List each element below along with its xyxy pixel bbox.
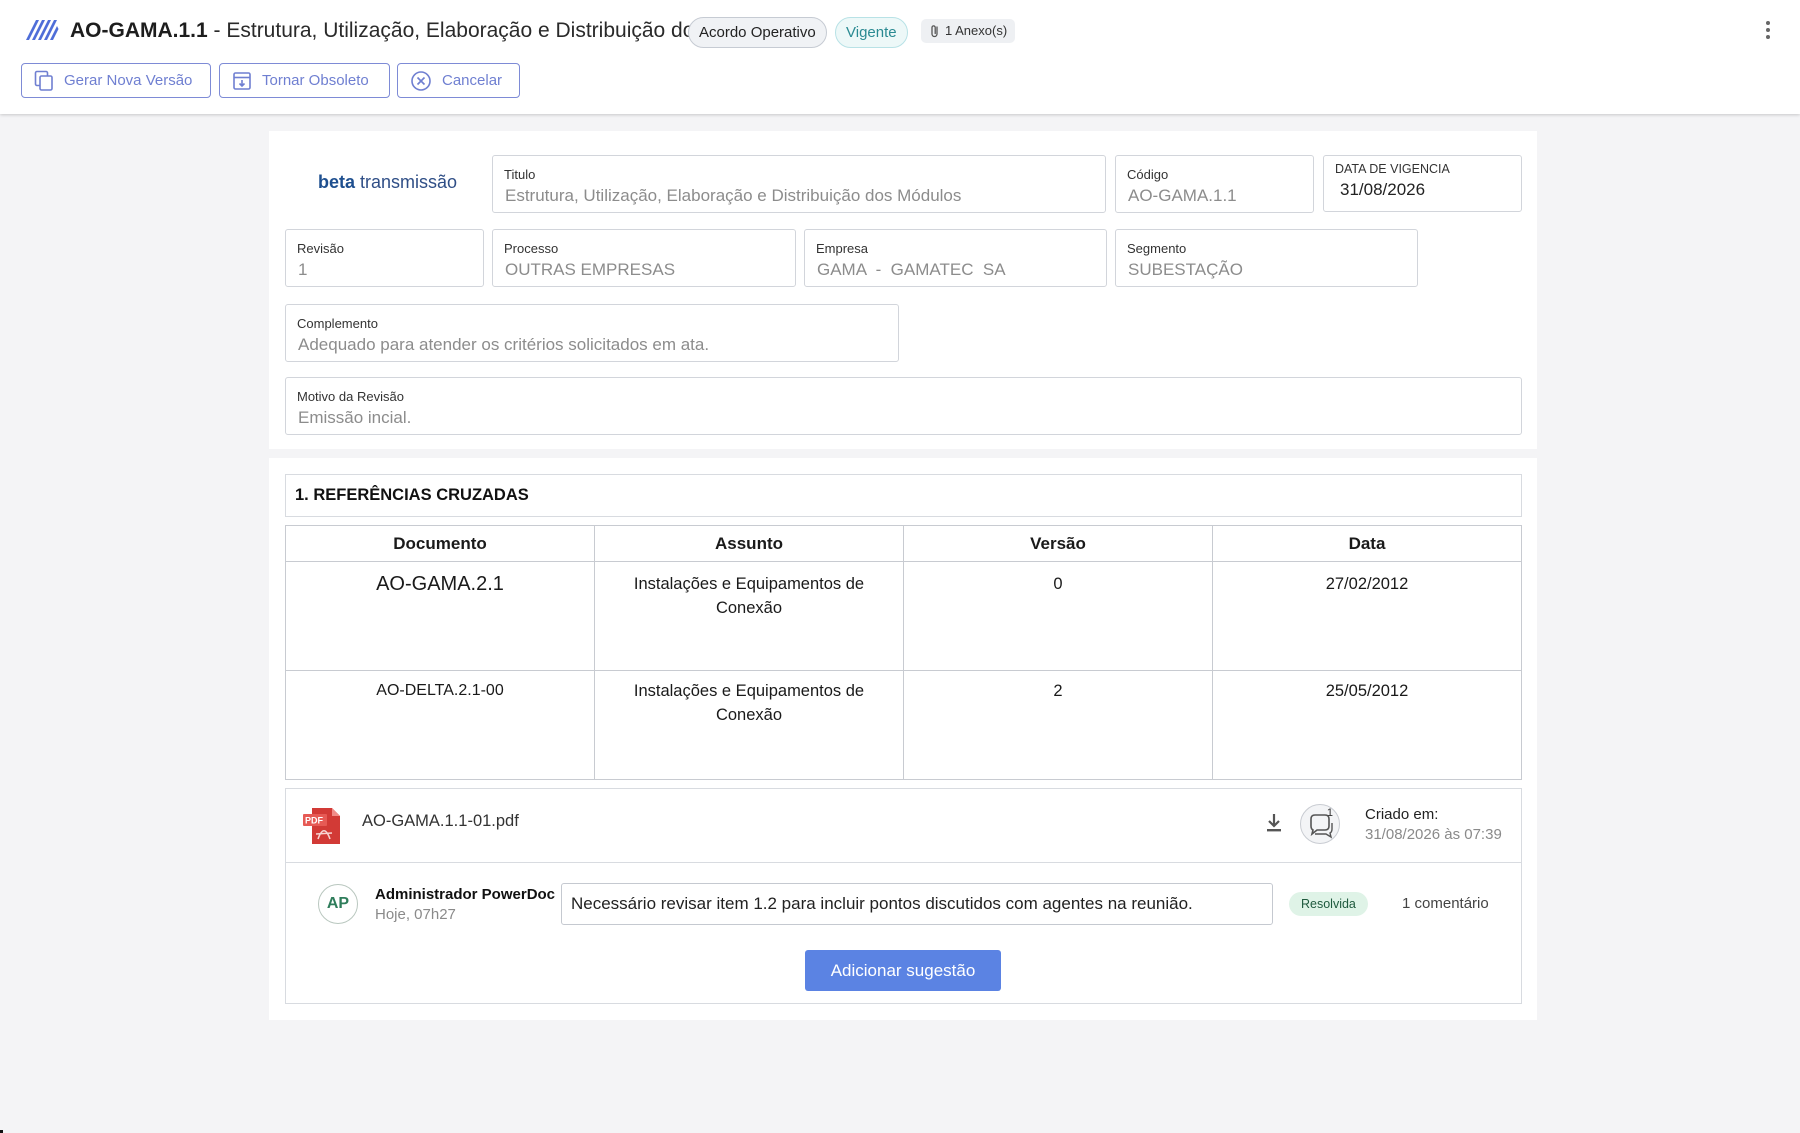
code-field[interactable]: Código AO-GAMA.1.1: [1115, 155, 1314, 213]
comments-count-badge: 1: [1326, 807, 1333, 819]
revision-field[interactable]: Revisão 1: [285, 229, 484, 287]
revision-field-value: 1: [298, 260, 308, 279]
cancel-circle-icon: [411, 70, 431, 91]
effective-date-field-value: 31/08/2026: [1340, 180, 1426, 199]
svg-text:PDF: PDF: [305, 816, 324, 826]
company-field-value: GAMA - GAMATEC SA: [817, 260, 1006, 279]
table-cell-document: AO-DELTA.2.1-00: [285, 670, 595, 780]
attachments-count: 1 Anexo(s): [945, 23, 1008, 38]
segment-field-label: Segmento: [1127, 241, 1187, 256]
column-header: Versão: [903, 525, 1213, 562]
code-field-label: Código: [1127, 167, 1169, 182]
document-code: AO-GAMA.1.1: [70, 19, 208, 42]
effective-date-field-label: DATA DE VIGENCIA: [1335, 162, 1450, 176]
column-header: Assunto: [594, 525, 904, 562]
brand-rest: transmissão: [355, 172, 458, 192]
table-header-row: Documento Assunto Versão Data: [285, 525, 1522, 562]
document-title-text: - Estrutura, Utilização, Elaboração e Di…: [207, 19, 729, 42]
archive-icon: [233, 71, 251, 90]
generate-new-version-button[interactable]: Gerar Nova Versão: [21, 63, 211, 98]
divider: [285, 862, 1522, 863]
cancel-label: Cancelar: [442, 72, 503, 89]
table-cell-subject: Instalações e Equipamentos de Conexão: [594, 670, 904, 780]
attachment-file-name[interactable]: AO-GAMA.1.1-01.pdf: [362, 812, 519, 831]
table-cell-date: 27/02/2012: [1212, 561, 1522, 671]
revision-field-label: Revisão: [297, 241, 344, 256]
download-icon[interactable]: [1264, 812, 1284, 834]
suggestion-text-box[interactable]: Necessário revisar item 1.2 para incluir…: [561, 883, 1273, 925]
cancel-button[interactable]: Cancelar: [397, 63, 520, 98]
top-header: AO-GAMA.1.1 - Estrutura, Utilização, Ela…: [0, 0, 1800, 114]
company-field-label: Empresa: [816, 241, 869, 256]
generate-new-version-label: Gerar Nova Versão: [64, 72, 193, 89]
pdf-file-icon: PDF: [303, 808, 340, 844]
status-badge: Resolvida: [1289, 892, 1368, 916]
complement-field-value: Adequado para atender os critérios solic…: [298, 335, 710, 354]
title-field[interactable]: Titulo Estrutura, Utilização, Elaboração…: [492, 155, 1106, 213]
section-title: 1. REFERÊNCIAS CRUZADAS: [285, 474, 1522, 517]
attachments-badge[interactable]: 1 Anexo(s): [921, 19, 1016, 43]
created-label: Criado em:: [1365, 806, 1439, 823]
effective-date-field[interactable]: DATA DE VIGENCIA 31/08/2026: [1323, 155, 1522, 212]
table-cell-version: 2: [903, 670, 1213, 780]
title-field-value: Estrutura, Utilização, Elaboração e Dist…: [505, 186, 962, 205]
document-type-chip: Acordo Operativo: [688, 17, 827, 48]
make-obsolete-label: Tornar Obsoleto: [262, 72, 369, 89]
created-date: 31/08/2026 às 07:39: [1365, 826, 1502, 843]
complement-field-label: Complemento: [297, 316, 378, 331]
code-field-value: AO-GAMA.1.1: [1128, 186, 1237, 205]
cross-references-table: Documento Assunto Versão Data AO-GAMA.2.…: [285, 525, 1522, 780]
title-field-label: Titulo: [504, 167, 536, 182]
suggestion-comments-link[interactable]: 1 comentário: [1402, 895, 1489, 912]
revision-reason-field[interactable]: Motivo da Revisão Emissão incial.: [285, 377, 1522, 435]
complement-field[interactable]: Complemento Adequado para atender os cri…: [285, 304, 899, 362]
revision-reason-field-label: Motivo da Revisão: [297, 389, 404, 404]
more-options-button[interactable]: [1758, 16, 1778, 44]
process-field-value: OUTRAS EMPRESAS: [505, 260, 676, 279]
app-logo-icon: [26, 20, 59, 40]
make-obsolete-button[interactable]: Tornar Obsoleto: [219, 63, 390, 98]
status-chip: Vigente: [835, 17, 908, 48]
column-header: Data: [1212, 525, 1522, 562]
copy-icon: [34, 70, 53, 91]
comments-button[interactable]: 1: [1300, 804, 1340, 844]
table-cell-date: 25/05/2012: [1212, 670, 1522, 780]
revision-reason-field-value: Emissão incial.: [298, 408, 412, 427]
segment-field-value: SUBESTAÇÃO: [1128, 260, 1243, 279]
company-field[interactable]: Empresa GAMA - GAMATEC SA: [804, 229, 1107, 287]
company-brand: beta transmissão: [318, 172, 457, 193]
table-cell-version: 0: [903, 561, 1213, 671]
document-title: AO-GAMA.1.1 - Estrutura, Utilização, Ela…: [70, 19, 728, 43]
add-suggestion-button[interactable]: Adicionar sugestão: [805, 950, 1001, 991]
table-row: AO-GAMA.2.1 Instalações e Equipamentos d…: [285, 561, 1522, 671]
table-row: AO-DELTA.2.1-00 Instalações e Equipament…: [285, 670, 1522, 780]
suggestion-time: Hoje, 07h27: [375, 906, 456, 923]
table-cell-subject: Instalações e Equipamentos de Conexão: [594, 561, 904, 671]
more-vertical-icon: [1766, 21, 1770, 39]
suggestion-author: Administrador PowerDoc: [375, 886, 556, 903]
process-field[interactable]: Processo OUTRAS EMPRESAS: [492, 229, 796, 287]
segment-field[interactable]: Segmento SUBESTAÇÃO: [1115, 229, 1418, 287]
avatar: AP: [318, 884, 358, 924]
chat-icon: [1310, 814, 1333, 839]
paperclip-icon: [931, 25, 938, 38]
process-field-label: Processo: [504, 241, 559, 256]
table-cell-document: AO-GAMA.2.1: [285, 561, 595, 671]
column-header: Documento: [285, 525, 595, 562]
brand-strong: beta: [318, 172, 356, 192]
